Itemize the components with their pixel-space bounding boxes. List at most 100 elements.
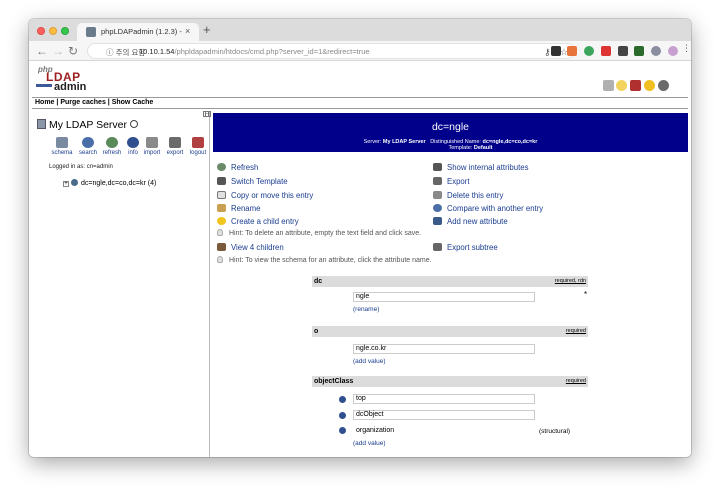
tree-entry[interactable]: + dc=ngle,dc=co,dc=kr (4) [63, 179, 156, 187]
refresh-action[interactable]: Refresh [217, 163, 258, 172]
add-value-link-o[interactable]: (add value) [353, 358, 386, 365]
children-icon [217, 243, 226, 251]
view-children-action[interactable]: View 4 children [217, 243, 284, 252]
search-button[interactable]: search [75, 137, 101, 156]
close-window-button[interactable] [37, 27, 45, 35]
smiley-icon[interactable] [644, 80, 655, 91]
menu-kebab-icon[interactable]: ⋮ [682, 43, 691, 54]
forward-arrow-icon[interactable]: → [52, 43, 64, 59]
attr-tag-o[interactable]: required [566, 328, 586, 334]
logout-button[interactable]: logout [185, 137, 211, 156]
view-children-label[interactable]: View 4 children [231, 243, 284, 252]
clock-icon[interactable] [130, 120, 138, 128]
help-icon[interactable] [603, 80, 614, 91]
browser-toolbar: ← → ↻ ⓘ 주의 요함 10.10.1.54/phpldapadmin/ht… [29, 41, 691, 61]
compare-label[interactable]: Compare with another entry [447, 204, 543, 213]
collapse-right-button[interactable]: - [205, 111, 211, 117]
rename-label[interactable]: Rename [231, 204, 260, 213]
address-host: 10.10.1.54 [139, 47, 175, 56]
extension-icon-2[interactable] [567, 46, 577, 56]
logo-admin: admin [54, 81, 87, 93]
create-child-label[interactable]: Create a child entry [231, 217, 299, 226]
profile-avatar-icon[interactable] [668, 46, 678, 56]
compare-action[interactable]: Compare with another entry [433, 204, 543, 213]
extension-icon-1[interactable] [551, 46, 561, 56]
maximize-window-button[interactable] [61, 27, 69, 35]
copy-icon [217, 191, 226, 199]
back-arrow-icon[interactable]: ← [36, 43, 48, 59]
address-bar[interactable]: ⓘ 주의 요함 10.10.1.54/phpldapadmin/htdocs/c… [87, 43, 575, 59]
import-icon [146, 137, 158, 148]
lightbulb-icon[interactable] [616, 80, 627, 91]
tree-entry-label[interactable]: dc=ngle,dc=co,dc=kr (4) [81, 180, 156, 187]
rename-link[interactable]: (rename) [353, 306, 379, 313]
copy-move-action[interactable]: Copy or move this entry [217, 191, 313, 200]
globe-icon [71, 179, 78, 186]
compare-icon [433, 204, 442, 212]
lightbulb-icon [217, 256, 223, 263]
extension-icon-6[interactable] [634, 46, 644, 56]
create-child-action[interactable]: Create a child entry [217, 217, 299, 226]
value-objectclass-3: organization [353, 426, 535, 436]
show-internal-attributes-action[interactable]: Show internal attributes [433, 163, 528, 172]
top-menu: Home | Purge caches | Show Cache [35, 99, 153, 106]
donate-icon[interactable] [658, 80, 669, 91]
extension-icon-7[interactable] [651, 46, 661, 56]
value-field-objectclass-2[interactable]: dcObject [353, 410, 535, 420]
menu-purge-caches-link[interactable]: Purge caches [60, 99, 106, 106]
attr-name-dc[interactable]: dc [314, 278, 322, 285]
phpldapadmin-logo[interactable]: php LDAP admin [34, 64, 87, 96]
attr-name-o[interactable]: o [314, 328, 318, 335]
objectclass-info-icon[interactable] [339, 427, 346, 434]
hint-delete: Hint: To delete an attribute, empty the … [217, 229, 421, 237]
attr-tag-objectclass[interactable]: required [566, 378, 586, 384]
add-attribute-action[interactable]: Add new attribute [433, 217, 508, 226]
browser-tab[interactable]: phpLDAPadmin (1.2.3) - × [77, 23, 199, 41]
delete-entry-label[interactable]: Delete this entry [447, 191, 503, 200]
delete-entry-action[interactable]: Delete this entry [433, 191, 503, 200]
add-attribute-label[interactable]: Add new attribute [447, 217, 508, 226]
tab-close-icon[interactable]: × [185, 26, 190, 36]
entry-panel: - dc=ngle Server: My LDAP Server Disting… [205, 111, 691, 457]
objectclass-info-icon[interactable] [339, 412, 346, 419]
tools-icon [433, 163, 442, 171]
switch-template-label[interactable]: Switch Template [231, 177, 288, 186]
browser-window: phpLDAPadmin (1.2.3) - × + ← → ↻ ⓘ 주의 요함… [29, 19, 691, 457]
value-field-dc[interactable]: ngle [353, 292, 535, 302]
switch-template-action[interactable]: Switch Template [217, 177, 288, 186]
objectclass-info-icon[interactable] [339, 396, 346, 403]
entry-header: dc=ngle Server: My LDAP Server Distingui… [213, 113, 688, 152]
extension-icon-4[interactable] [601, 46, 611, 56]
hint-schema: Hint: To view the schema for an attribut… [217, 256, 432, 264]
bug-icon[interactable] [630, 80, 641, 91]
expand-icon[interactable]: + [63, 181, 69, 187]
logout-icon [192, 137, 204, 148]
refresh-action-label[interactable]: Refresh [231, 163, 258, 172]
attr-name-objectclass[interactable]: objectClass [314, 378, 353, 385]
value-field-o[interactable]: ngle.co.kr [353, 344, 535, 354]
copy-move-label[interactable]: Copy or move this entry [231, 191, 313, 200]
logout-label: logout [189, 150, 207, 156]
attr-tag-dc[interactable]: required, rdn [555, 278, 586, 284]
new-tab-button[interactable]: + [203, 22, 211, 38]
export-subtree-label[interactable]: Export subtree [447, 243, 498, 252]
minimize-window-button[interactable] [49, 27, 57, 35]
page-content: php LDAP admin Home | Purge caches | Sho… [29, 61, 691, 457]
menu-home-link[interactable]: Home [35, 99, 54, 106]
extension-icon-5[interactable] [618, 46, 628, 56]
extension-icon-3[interactable] [584, 46, 594, 56]
search-icon [82, 137, 94, 148]
rename-action[interactable]: Rename [217, 204, 260, 213]
show-internal-attributes-label[interactable]: Show internal attributes [447, 163, 528, 172]
structural-label: (structural) [539, 428, 571, 435]
menu-show-cache-link[interactable]: Show Cache [112, 99, 154, 106]
export-action[interactable]: Export [433, 177, 470, 186]
reload-icon[interactable]: ↻ [68, 43, 78, 59]
schema-button[interactable]: schema [49, 137, 75, 156]
key-icon[interactable]: ⚷ [544, 47, 551, 58]
add-value-link-objectclass[interactable]: (add value) [353, 440, 386, 447]
value-field-objectclass-1[interactable]: top [353, 394, 535, 404]
export-action-label[interactable]: Export [447, 177, 470, 186]
export-icon [169, 137, 181, 148]
export-subtree-action[interactable]: Export subtree [433, 243, 498, 252]
